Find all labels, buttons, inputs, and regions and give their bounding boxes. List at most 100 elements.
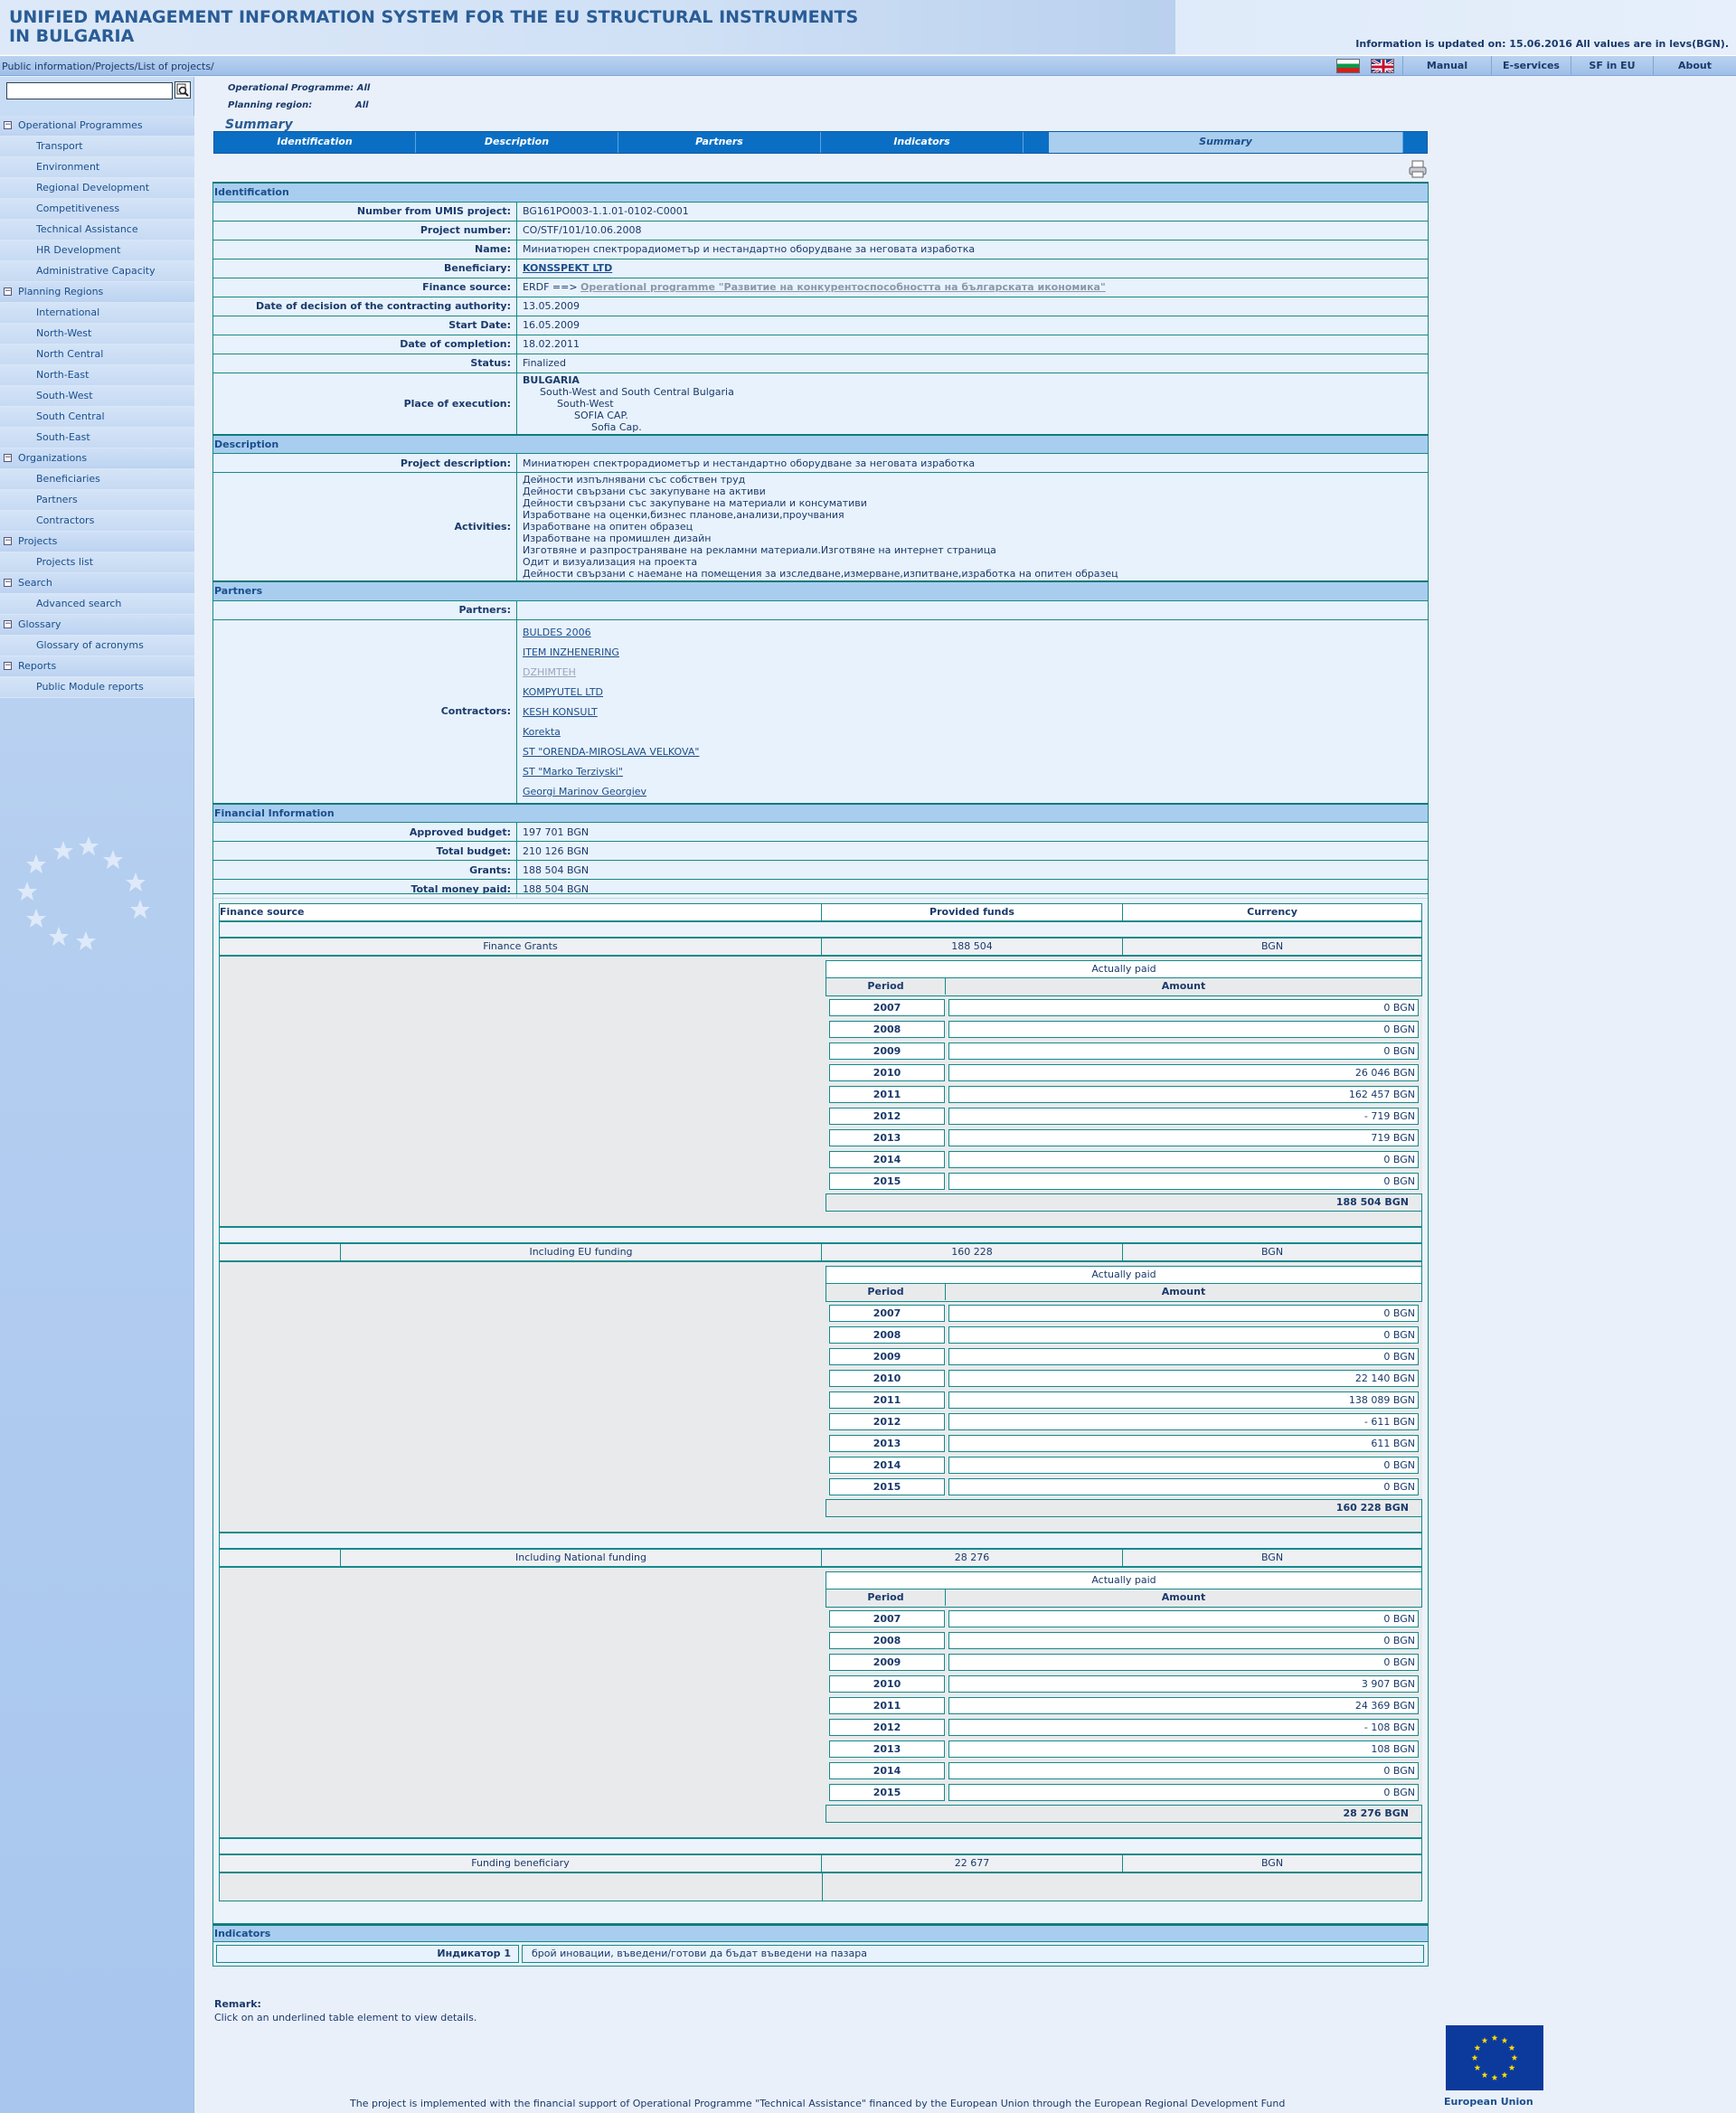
eu-star <box>1474 2044 1481 2051</box>
paid-year: 2011 <box>829 1086 945 1103</box>
detail-label: Number from UMIS project: <box>212 201 517 222</box>
bulgarian-flag-icon[interactable] <box>1336 59 1360 73</box>
nav-about[interactable]: About <box>1653 56 1736 76</box>
sidebar-item[interactable]: International <box>0 303 194 324</box>
sidebar-group[interactable]: − Reports <box>0 656 194 677</box>
beneficiary-link[interactable]: KONSSPEKT LTD <box>523 262 612 274</box>
sidebar-item[interactable]: HR Development <box>0 241 194 261</box>
tab-partners[interactable]: Partners <box>618 132 821 153</box>
sidebar-nav: − Operational Programmes Transport Environm… <box>0 116 194 698</box>
sidebar-item-label: Glossary of acronyms <box>36 639 144 651</box>
sidebar-item[interactable]: Environment <box>0 157 194 178</box>
eu-label: European Union <box>1444 2096 1533 2108</box>
uk-flag-icon[interactable] <box>1371 59 1394 73</box>
sidebar-item[interactable]: North Central <box>0 344 194 365</box>
detail-row: Total budget: 210 126 BGN <box>212 841 1429 861</box>
breadcrumb[interactable]: Public information/Projects/List of proj… <box>2 61 214 72</box>
paid-row: 2007 0 BGN <box>826 1302 1422 1324</box>
print-icon[interactable] <box>1408 159 1428 179</box>
sidebar-item[interactable]: South Central <box>0 407 194 428</box>
operational-programme-link[interactable]: Operational programme "Развитие на конку… <box>580 281 1106 293</box>
search-icon <box>176 83 189 97</box>
sidebar-group[interactable]: − Organizations <box>0 448 194 469</box>
remark-title: Remark: <box>214 1998 261 2010</box>
sidebar-group[interactable]: − Operational Programmes <box>0 116 194 137</box>
paid-row: 2012- 611 BGN <box>826 1410 1422 1432</box>
paid-amount: 0 BGN <box>948 1151 1419 1168</box>
indicator-row: Индикатор 1 брой иновации, въведени/гото… <box>212 1942 1429 1967</box>
detail-row: Date of completion: 18.02.2011 <box>212 334 1429 354</box>
nav-manual[interactable]: Manual <box>1402 56 1491 76</box>
sidebar-item[interactable]: Transport <box>0 137 194 157</box>
contractor-link[interactable]: ITEM INZHENERING <box>523 643 1422 663</box>
contractor-link[interactable]: BULDES 2006 <box>523 623 1422 643</box>
detail-row: Name: Миниатюрен спектрорадиометър и нест… <box>212 239 1429 259</box>
detail-value[interactable]: KONSSPEKT LTD <box>516 258 1429 278</box>
sidebar-group[interactable]: − Planning Regions <box>0 282 194 303</box>
collapse-toggle-icon[interactable]: − <box>4 620 12 628</box>
finance-source-row: Including EU funding 160 228 BGN <box>219 1243 1422 1261</box>
sidebar-item[interactable]: Glossary of acronyms <box>0 636 194 656</box>
collapse-toggle-icon[interactable]: − <box>4 121 12 129</box>
contractor-link[interactable]: KOMPYUTEL LTD <box>523 683 1422 703</box>
paid-amount: 0 BGN <box>948 1654 1419 1671</box>
search-input[interactable] <box>6 82 173 99</box>
sidebar-item-label: Contractors <box>36 514 95 526</box>
sidebar-item[interactable]: Contractors <box>0 511 194 532</box>
nav-sf-in-eu[interactable]: SF in EU <box>1571 56 1653 76</box>
contractor-link[interactable]: ST "ORENDA-MIROSLAVA VELKOVA" <box>523 742 1422 762</box>
sidebar-group-label: Operational Programmes <box>18 119 143 131</box>
partners-heading: Partners <box>212 580 1429 601</box>
paid-row: 2007 0 BGN <box>826 1608 1422 1629</box>
sidebar-group[interactable]: − Projects <box>0 532 194 552</box>
collapse-toggle-icon[interactable]: − <box>4 537 12 545</box>
contractor-link[interactable]: DZHIMTEH <box>523 663 1422 683</box>
detail-value: BULDES 2006 ITEM INZHENERING DZHIMTEH KOMPY… <box>516 618 1429 804</box>
sidebar-item[interactable]: Technical Assistance <box>0 220 194 241</box>
sidebar-item[interactable]: Administrative Capacity <box>0 261 194 282</box>
paid-row: 2007 0 BGN <box>826 996 1422 1018</box>
nav-e-services[interactable]: E-services <box>1491 56 1571 76</box>
sidebar-item[interactable]: Projects list <box>0 552 194 573</box>
contractor-link[interactable]: Georgi Marinov Georgiev <box>523 782 1422 802</box>
paid-amount: 0 BGN <box>948 1326 1419 1344</box>
paid-amount: 0 BGN <box>948 1457 1419 1474</box>
sidebar-item[interactable]: Public Module reports <box>0 677 194 698</box>
sidebar-item[interactable]: South-East <box>0 428 194 448</box>
contractor-link[interactable]: ST "Marko Terziyski" <box>523 762 1422 782</box>
sidebar-item[interactable]: Beneficiaries <box>0 469 194 490</box>
activity-item: Дейности изпълнявани със собствен труд <box>523 474 746 486</box>
tab-indicators[interactable]: Indicators <box>821 132 1024 153</box>
paid-amount: 162 457 BGN <box>948 1086 1419 1103</box>
activity-item: Одит и визуализация на проекта <box>523 556 698 568</box>
contractor-link[interactable]: KESH KONSULT <box>523 703 1422 722</box>
collapse-toggle-icon[interactable]: − <box>4 288 12 296</box>
paid-amount: 0 BGN <box>948 1784 1419 1801</box>
detail-value: Миниатюрен спектрорадиометър и нестандар… <box>516 453 1429 473</box>
sidebar-group[interactable]: − Glossary <box>0 615 194 636</box>
tab-identification[interactable]: Identification <box>214 132 416 153</box>
top-nav-bar: Public information/Projects/List of proj… <box>0 55 1736 76</box>
sidebar-group[interactable]: − Search <box>0 573 194 594</box>
sidebar-item[interactable]: North-East <box>0 365 194 386</box>
sidebar-item[interactable]: Advanced search <box>0 594 194 615</box>
sidebar-item[interactable]: Partners <box>0 490 194 511</box>
collapse-toggle-icon[interactable]: − <box>4 579 12 587</box>
paid-row: 2014 0 BGN <box>826 1148 1422 1170</box>
detail-row: Number from UMIS project: BG161PO003-1.1.… <box>212 201 1429 222</box>
sidebar-item[interactable]: North-West <box>0 324 194 344</box>
paid-year: 2009 <box>829 1654 945 1671</box>
contractor-link[interactable]: Korekta <box>523 722 1422 742</box>
sidebar-item[interactable]: Competitiveness <box>0 199 194 220</box>
paid-amount: 611 BGN <box>948 1435 1419 1452</box>
search-button[interactable] <box>175 81 191 99</box>
detail-value: ERDF ==> Operational programme "Развитие… <box>516 277 1429 297</box>
detail-row: Project description: Миниатюрен спектрора… <box>212 453 1429 473</box>
sidebar-item[interactable]: Regional Development <box>0 178 194 199</box>
sidebar-item[interactable]: South-West <box>0 386 194 407</box>
tab-summary[interactable]: Summary <box>1049 132 1403 153</box>
tab-description[interactable]: Description <box>416 132 618 153</box>
collapse-toggle-icon[interactable]: − <box>4 662 12 670</box>
paid-amount: 0 BGN <box>948 1305 1419 1322</box>
collapse-toggle-icon[interactable]: − <box>4 454 12 462</box>
